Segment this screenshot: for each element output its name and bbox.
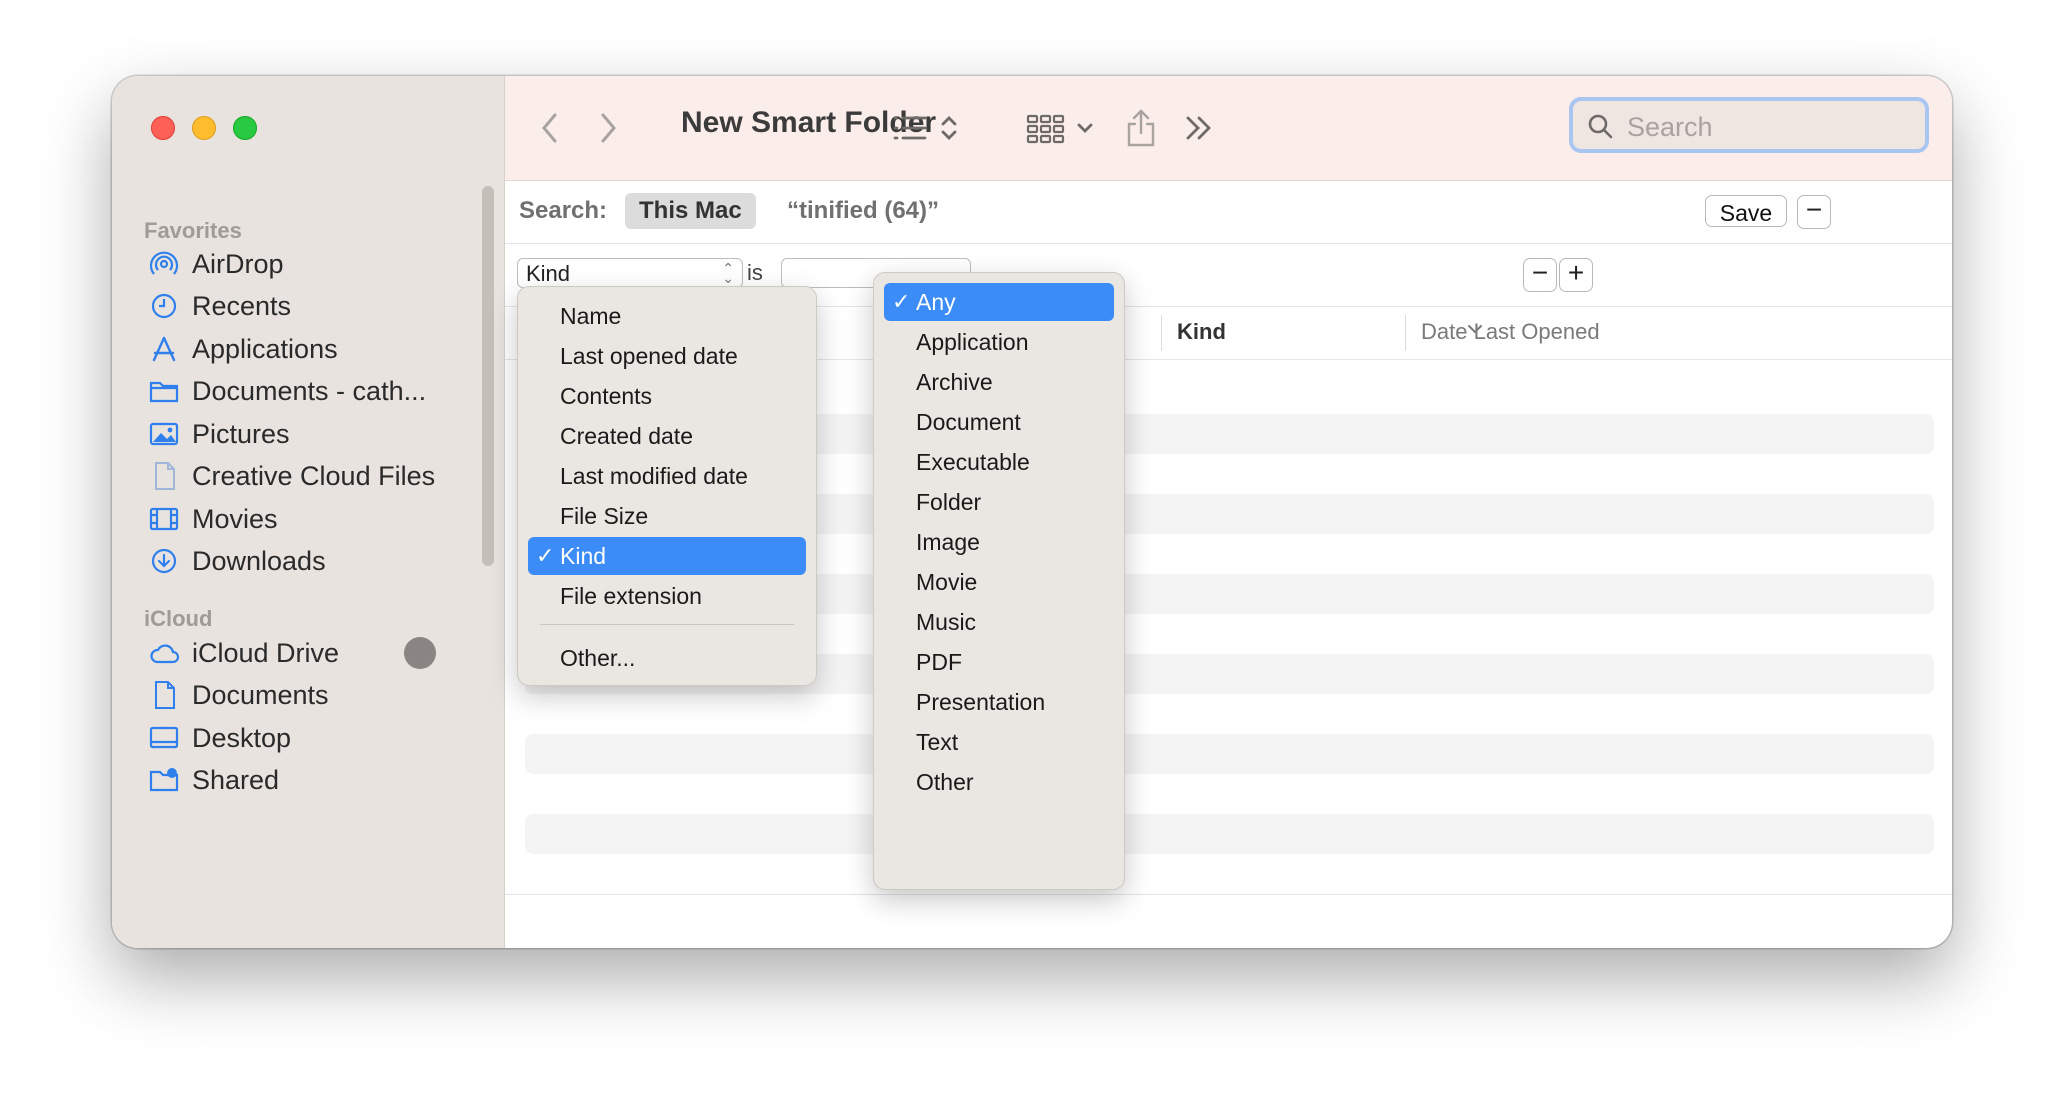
menu-item-last-opened-date[interactable]: Last opened date — [528, 337, 806, 375]
menu-item-created-date[interactable]: Created date — [528, 417, 806, 455]
sidebar-item-label: Creative Cloud Files — [192, 461, 436, 491]
menu-item-application[interactable]: Application — [884, 323, 1114, 361]
share-icon — [1127, 109, 1155, 147]
menu-item-other-kind[interactable]: Other — [884, 763, 1114, 801]
sidebar-item-label: AirDrop — [192, 249, 284, 279]
menu-item-kind[interactable]: ✓ Kind — [528, 537, 806, 575]
column-header-date-last-opened[interactable]: Date Last Opened — [1421, 319, 1600, 345]
menu-item-movie[interactable]: Movie — [884, 563, 1114, 601]
share-button[interactable] — [1123, 106, 1159, 150]
menu-item-presentation[interactable]: Presentation — [884, 683, 1114, 721]
remove-search-button[interactable]: − — [1797, 195, 1831, 229]
list-view-icon — [893, 116, 957, 140]
menu-item-executable[interactable]: Executable — [884, 443, 1114, 481]
shared-folder-icon — [148, 766, 180, 794]
menu-item-file-size[interactable]: File Size — [528, 497, 806, 535]
zoom-window-button[interactable] — [233, 116, 257, 140]
menu-item-text[interactable]: Text — [884, 723, 1114, 761]
add-criteria-button[interactable]: + — [1559, 258, 1593, 292]
menu-item-contents[interactable]: Contents — [528, 377, 806, 415]
chevron-double-right-icon — [1186, 116, 1211, 140]
list-row-stripe — [525, 814, 1934, 854]
search-input[interactable] — [1625, 109, 1919, 145]
search-icon — [1587, 113, 1613, 144]
menu-item-music[interactable]: Music — [884, 603, 1114, 641]
sidebar-item-label: Pictures — [192, 419, 290, 449]
sidebar-item-label: Downloads — [192, 546, 326, 576]
sidebar-item-label: iCloud Drive — [192, 638, 340, 668]
cloud-icon — [148, 639, 180, 667]
toolbar: New Smart Folder — [505, 76, 1952, 181]
menu-item-file-extension[interactable]: File extension — [528, 577, 806, 615]
forward-button[interactable] — [593, 106, 623, 150]
scope-this-mac-button[interactable]: This Mac — [625, 193, 756, 229]
folder-icon — [148, 377, 180, 405]
search-field[interactable] — [1569, 97, 1929, 153]
document-icon — [148, 681, 180, 709]
sidebar-item-label: Recents — [192, 291, 292, 321]
menu-item-name[interactable]: Name — [528, 297, 806, 335]
film-icon — [148, 505, 180, 533]
search-query-scope[interactable]: “tinified (64)” — [787, 197, 939, 225]
sync-status-badge — [404, 637, 436, 669]
finder-window: Favorites AirDrop Recents Applications D… — [112, 76, 1952, 948]
popup-arrows-icon: ⌃ ⌄ — [722, 260, 734, 286]
checkmark-icon: ✓ — [892, 289, 911, 314]
list-row-stripe — [525, 734, 1934, 774]
menu-item-folder[interactable]: Folder — [884, 483, 1114, 521]
sidebar-item-label: Desktop — [192, 723, 292, 753]
search-scope-bar: Search: This Mac “tinified (64)” Save − — [505, 181, 1952, 244]
attribute-dropdown-menu: Name Last opened date Contents Created d… — [517, 286, 817, 686]
menu-item-any[interactable]: ✓ Any — [884, 283, 1114, 321]
sidebar-item-label: Documents - cath... — [192, 376, 427, 406]
chevron-right-icon — [601, 113, 616, 143]
attribute-popup-button[interactable]: Kind ⌃ ⌄ — [517, 258, 743, 288]
back-button[interactable] — [535, 106, 565, 150]
menu-separator — [540, 624, 794, 625]
attribute-popup-value: Kind — [526, 261, 571, 286]
operator-label: is — [747, 260, 763, 285]
airdrop-icon — [148, 250, 180, 278]
column-divider — [1405, 315, 1406, 351]
clock-icon — [148, 292, 180, 320]
more-toolbar-items-button[interactable] — [1181, 106, 1217, 150]
grid-view-icon — [1026, 114, 1093, 144]
chevron-left-icon — [542, 113, 557, 143]
sidebar-item-downloads[interactable]: Downloads — [112, 535, 472, 585]
column-header-kind[interactable]: Kind — [1177, 319, 1226, 345]
sidebar-item-label: Shared — [192, 765, 280, 795]
kind-dropdown-menu: ✓ Any Application Archive Document Execut… — [873, 272, 1125, 890]
save-button[interactable]: Save — [1705, 195, 1787, 227]
checkmark-icon: ✓ — [536, 543, 555, 568]
close-window-button[interactable] — [151, 116, 175, 140]
sidebar-item-shared[interactable]: Shared — [112, 754, 472, 804]
menu-item-other[interactable]: Other... — [528, 639, 806, 677]
group-by-button[interactable] — [1025, 106, 1099, 150]
view-options-button[interactable] — [891, 106, 963, 150]
sidebar-item-label: Movies — [192, 504, 278, 534]
sidebar: Favorites AirDrop Recents Applications D… — [112, 76, 505, 948]
pictures-icon — [148, 420, 180, 448]
desktop-icon — [148, 724, 180, 752]
menu-item-archive[interactable]: Archive — [884, 363, 1114, 401]
applications-icon — [148, 335, 180, 363]
document-icon — [148, 462, 180, 490]
sidebar-item-label: Applications — [192, 334, 338, 364]
download-icon — [148, 547, 180, 575]
list-bottom-divider — [505, 894, 1952, 895]
minimize-window-button[interactable] — [192, 116, 216, 140]
sidebar-scrollbar[interactable] — [482, 186, 494, 566]
remove-criteria-button[interactable]: − — [1523, 258, 1557, 292]
menu-item-last-modified-date[interactable]: Last modified date — [528, 457, 806, 495]
search-scope-label: Search: — [519, 197, 608, 224]
sidebar-item-label: Documents — [192, 680, 329, 710]
menu-item-pdf[interactable]: PDF — [884, 643, 1114, 681]
menu-item-document[interactable]: Document — [884, 403, 1114, 441]
column-divider — [1161, 315, 1162, 351]
menu-item-image[interactable]: Image — [884, 523, 1114, 561]
